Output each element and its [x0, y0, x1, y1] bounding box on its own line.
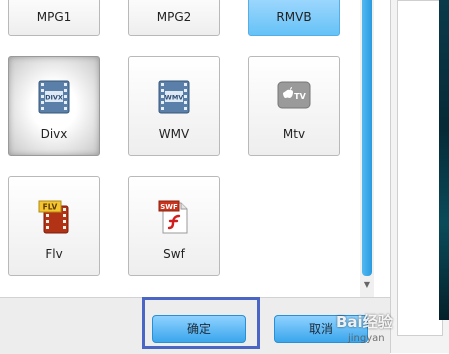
- preview-screen: [439, 0, 449, 320]
- format-tile-divx[interactable]: DIVX Divx: [8, 56, 100, 156]
- watermark-subtext: jingyan: [348, 333, 385, 344]
- format-label: Flv: [45, 247, 63, 261]
- format-tile-mpg1[interactable]: MPG1: [8, 0, 100, 36]
- format-label: Swf: [163, 247, 185, 261]
- highlight-annotation: [142, 297, 260, 349]
- format-tile-wmv[interactable]: WMV WMV: [128, 56, 220, 156]
- flash-flv-icon: FLV: [38, 200, 70, 237]
- film-divx-icon: DIVX: [38, 80, 70, 117]
- format-tile-rmvb[interactable]: RMVB: [248, 0, 340, 36]
- icon-text: TV: [294, 92, 306, 101]
- format-label: WMV: [158, 127, 190, 141]
- icon-text: FLV: [43, 203, 58, 212]
- format-picker-panel: MPG1 MPG2 RMVB DIVX Divx WMV WMV TV Mtv …: [0, 0, 378, 297]
- format-label: MPG2: [156, 10, 192, 24]
- film-wmv-icon: WMV: [158, 80, 190, 117]
- apple-tv-icon: TV: [277, 80, 311, 113]
- format-tile-mtv[interactable]: TV Mtv: [248, 56, 340, 156]
- format-tile-mpg2[interactable]: MPG2: [128, 0, 220, 36]
- format-tile-swf[interactable]: SWF Swf: [128, 176, 220, 276]
- scroll-down-arrow-icon[interactable]: ▼: [362, 280, 372, 290]
- flash-swf-icon: SWF: [158, 200, 190, 237]
- format-label: RMVB: [276, 10, 312, 24]
- icon-text: WMV: [165, 94, 184, 102]
- format-label: Divx: [40, 127, 68, 141]
- scrollbar-thumb[interactable]: [362, 0, 372, 276]
- right-side-panel: [390, 0, 449, 353]
- format-label: Mtv: [282, 127, 306, 141]
- icon-text: SWF: [160, 203, 178, 211]
- watermark-logo: Bai经验: [336, 313, 393, 331]
- cancel-button-label: 取消: [308, 322, 333, 336]
- format-tile-flv[interactable]: FLV Flv: [8, 176, 100, 276]
- format-label: MPG1: [36, 10, 72, 24]
- icon-text: DIVX: [45, 94, 63, 102]
- preview-frame: [397, 0, 443, 336]
